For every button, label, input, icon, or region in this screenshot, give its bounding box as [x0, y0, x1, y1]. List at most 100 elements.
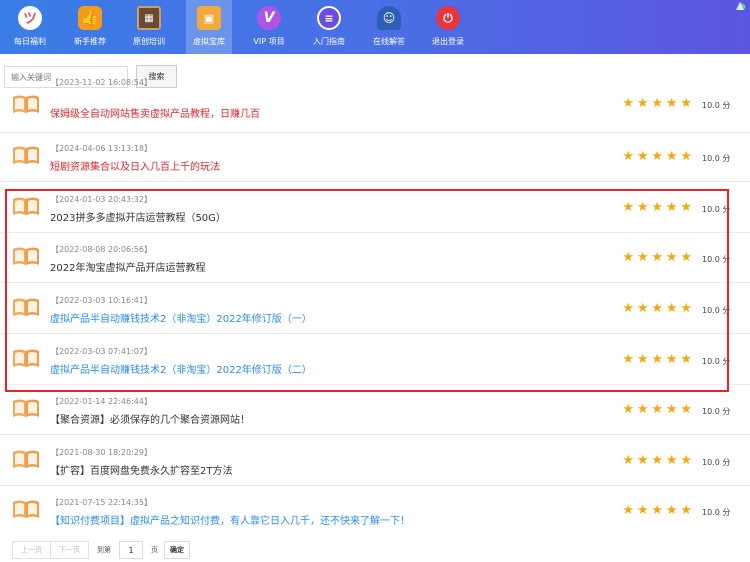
star-icon: ★: [665, 200, 678, 215]
support-agent-icon: ☺: [377, 6, 401, 30]
star-icon: ★: [665, 250, 678, 265]
nav-label: 在线解答: [373, 37, 405, 46]
rating-stars: ★ ★ ★ ★ ★: [621, 150, 694, 164]
list-item[interactable]: 【2022-03-03 07:41:07】 虚拟产品半自动赚钱技术2（非淘宝）2…: [0, 334, 750, 385]
rating-score: 10.0 分: [702, 306, 731, 315]
list-item[interactable]: 【2024-01-03 20:43:32】 2023拼多多虚拟开店运营教程（50…: [0, 182, 750, 233]
rating-score: 10.0 分: [702, 458, 731, 467]
star-icon: ★: [680, 200, 693, 215]
item-timestamp: 【2024-01-03 20:43:32】: [51, 195, 152, 204]
star-icon: ★: [636, 453, 649, 468]
list-item[interactable]: 【2021-07-15 22:14:35】 【知识付费项目】虚拟产品之知识付费，…: [0, 485, 750, 536]
star-icon: ★: [665, 301, 678, 316]
star-icon: ★: [665, 149, 678, 164]
item-title-link[interactable]: 保姆级全自动网站售卖虚拟产品教程，日赚几百: [50, 105, 260, 120]
item-timestamp: 【2022-03-03 07:41:07】: [51, 347, 152, 356]
treasure-chest-icon: ▣: [197, 6, 221, 30]
star-icon: ★: [680, 149, 693, 164]
star-icon: ★: [622, 503, 635, 518]
page-number-input[interactable]: [119, 541, 143, 559]
rating-stars: ★ ★ ★ ★ ★: [621, 454, 694, 468]
vip-badge-icon: V: [257, 6, 281, 30]
star-icon: ★: [622, 453, 635, 468]
item-timestamp: 【2021-07-15 22:14:35】: [51, 498, 152, 507]
open-book-icon: [13, 197, 39, 215]
star-icon: ★: [636, 200, 649, 215]
item-title-link[interactable]: 【聚合资源】必须保存的几个聚合资源网站！: [50, 411, 250, 426]
item-timestamp: 【2022-01-14 22:46:44】: [51, 397, 152, 406]
nav-label: 原创培训: [133, 37, 165, 46]
chalkboard-icon: ▦: [137, 6, 161, 30]
star-icon: ★: [651, 453, 664, 468]
nav-label: 每日福利: [14, 37, 46, 46]
open-book-icon: [13, 450, 39, 468]
star-icon: ★: [651, 200, 664, 215]
item-title-link[interactable]: 【知识付费项目】虚拟产品之知识付费，有人靠它日入几千，还不快来了解一下！: [50, 512, 410, 527]
rating-score: 10.0 分: [702, 407, 731, 416]
top-navbar: ツ 每日福利 👍 新手推荐 ▦ 原创培训 ▣ 虚拟宝库 V VIP 项目 ≡ 入…: [0, 0, 750, 54]
list-item[interactable]: 【2022-08-08 20:06:56】 2022年淘宝虚拟产品开店运营教程 …: [0, 232, 750, 283]
rating-stars: ★ ★ ★ ★ ★: [621, 403, 694, 417]
guide-book-icon: ≡: [317, 6, 341, 30]
rating-stars: ★ ★ ★ ★ ★: [621, 97, 694, 111]
star-icon: ★: [636, 402, 649, 417]
star-icon: ★: [622, 96, 635, 111]
confirm-page-button[interactable]: 确定: [164, 541, 190, 559]
star-icon: ★: [665, 352, 678, 367]
star-icon: ★: [622, 301, 635, 316]
star-icon: ★: [651, 503, 664, 518]
star-icon: ★: [636, 250, 649, 265]
nav-item-online-answers[interactable]: ☺ 在线解答: [359, 0, 419, 54]
star-icon: ★: [651, 250, 664, 265]
prev-page-button[interactable]: 上一页: [12, 541, 51, 559]
list-item[interactable]: 【2024-04-06 13:13:18】 短剧资源集合以及日入几百上千的玩法 …: [0, 131, 750, 182]
corner-deco-icon: [736, 2, 746, 10]
nav-item-logout[interactable]: ⏻ 退出登录: [418, 0, 478, 54]
star-icon: ★: [651, 402, 664, 417]
item-title-link[interactable]: 2023拼多多虚拟开店运营教程（50G）: [50, 209, 226, 224]
nav-item-original-training[interactable]: ▦ 原创培训: [119, 0, 179, 54]
star-icon: ★: [680, 503, 693, 518]
item-timestamp: 【2022-08-08 20:06:56】: [51, 245, 152, 254]
item-title-link[interactable]: 虚拟产品半自动赚钱技术2（非淘宝）2022年修订版（二）: [50, 361, 312, 376]
rating-stars: ★ ★ ★ ★ ★: [621, 201, 694, 215]
list-item[interactable]: 【2021-08-30 18:20:29】 【扩容】百度网盘免费永久扩容至2T方…: [0, 435, 750, 486]
nav-label: 入门指南: [313, 37, 345, 46]
item-title-link[interactable]: 虚拟产品半自动赚钱技术2（非淘宝）2022年修订版（一）: [50, 310, 312, 325]
star-icon: ★: [680, 301, 693, 316]
item-timestamp: 【2021-08-30 18:20:29】: [51, 448, 152, 457]
star-icon: ★: [622, 402, 635, 417]
list-item[interactable]: 【2023-11-02 16:08:54】 保姆级全自动网站售卖虚拟产品教程，日…: [0, 78, 750, 133]
open-book-icon: [13, 298, 39, 316]
item-title-link[interactable]: 2022年淘宝虚拟产品开店运营教程: [50, 259, 205, 274]
list-item[interactable]: 【2022-03-03 10:16:41】 虚拟产品半自动赚钱技术2（非淘宝）2…: [0, 283, 750, 334]
next-page-button[interactable]: 下一页: [50, 541, 89, 559]
open-book-icon: [13, 247, 39, 265]
rating-stars: ★ ★ ★ ★ ★: [621, 353, 694, 367]
star-icon: ★: [636, 301, 649, 316]
rating-score: 10.0 分: [702, 205, 731, 214]
lucky-cat-icon: ツ: [18, 6, 42, 30]
nav-item-vip-projects[interactable]: V VIP 项目: [239, 0, 299, 54]
star-icon: ★: [622, 149, 635, 164]
list-item[interactable]: 【2022-01-14 22:46:44】 【聚合资源】必须保存的几个聚合资源网…: [0, 384, 750, 435]
rating-stars: ★ ★ ★ ★ ★: [621, 302, 694, 316]
star-icon: ★: [651, 352, 664, 367]
nav-item-daily-welfare[interactable]: ツ 每日福利: [0, 0, 60, 54]
nav-label: 新手推荐: [74, 37, 106, 46]
star-icon: ★: [636, 96, 649, 111]
nav-label: 虚拟宝库: [193, 37, 225, 46]
rating-score: 10.0 分: [702, 255, 731, 264]
nav-item-beginner-guide[interactable]: ≡ 入门指南: [299, 0, 359, 54]
item-title-link[interactable]: 【扩容】百度网盘免费永久扩容至2T方法: [50, 462, 232, 477]
star-icon: ★: [622, 352, 635, 367]
pagination: 上一页 下一页 到第 页 确定: [12, 541, 190, 559]
power-icon: ⏻: [436, 6, 460, 30]
rating-score: 10.0 分: [702, 101, 731, 110]
nav-item-newbie-recommend[interactable]: 👍 新手推荐: [60, 0, 120, 54]
open-book-icon: [13, 399, 39, 417]
nav-item-virtual-treasury[interactable]: ▣ 虚拟宝库: [186, 0, 232, 54]
star-icon: ★: [680, 352, 693, 367]
star-icon: ★: [636, 149, 649, 164]
item-title-link[interactable]: 短剧资源集合以及日入几百上千的玩法: [50, 158, 220, 173]
